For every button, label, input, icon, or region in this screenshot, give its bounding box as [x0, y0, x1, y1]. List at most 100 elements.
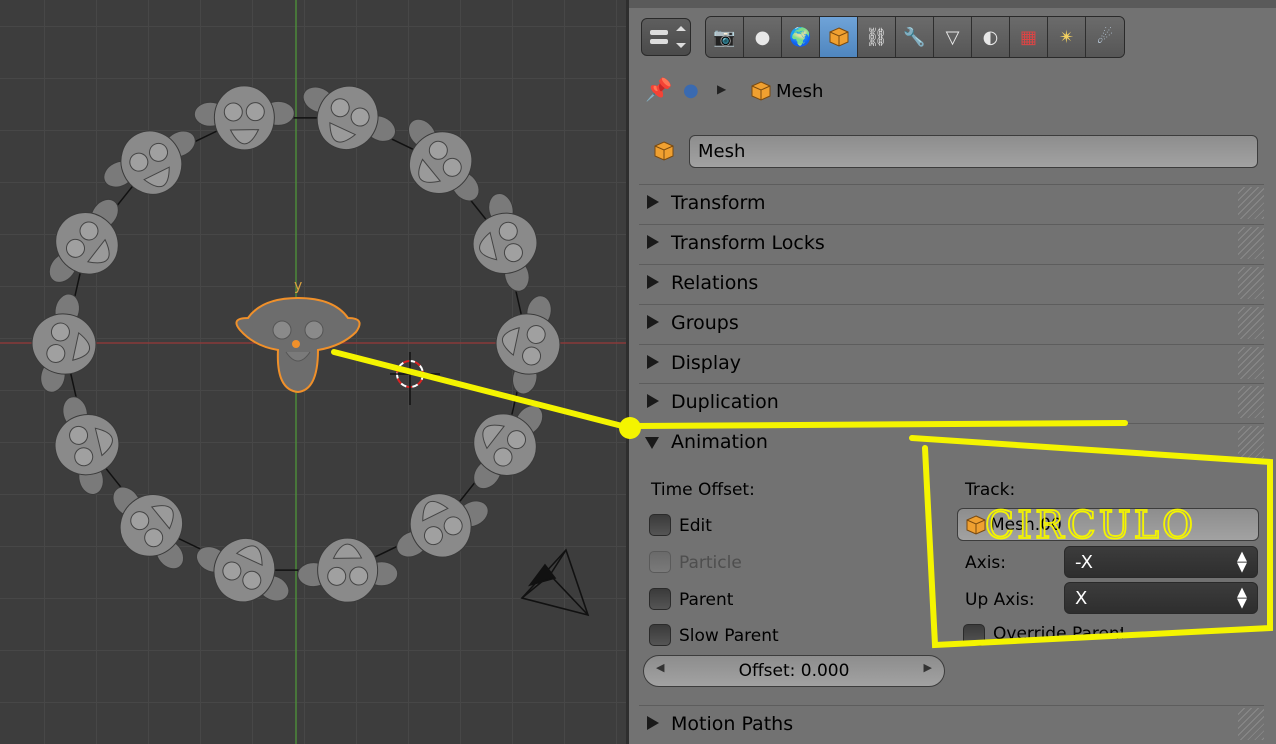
parent-label: Parent: [679, 590, 734, 610]
section-animation[interactable]: Animation: [639, 423, 1264, 461]
object-cube-icon: [829, 27, 848, 47]
properties-editor[interactable]: 📷 ● 🌍 ⛓ 🔧 ▽ ◐ ▦ ✴ ☄ 📌 ● ▶ Mesh Mesh Tran…: [626, 0, 1276, 744]
monkey-instance: [495, 295, 561, 395]
track-object-field[interactable]: Mesh.00: [957, 508, 1259, 541]
tab-object[interactable]: [820, 17, 858, 57]
expand-arrow-icon: [647, 235, 659, 249]
tab-world[interactable]: 🌍: [782, 17, 820, 57]
axis-label: Axis:: [965, 553, 1006, 573]
updown-arrow-icon: ▲ ▼: [1237, 549, 1247, 575]
object-name-field[interactable]: Mesh: [689, 135, 1258, 168]
world-icon: 🌍: [789, 26, 812, 48]
camera-icon[interactable]: [520, 548, 590, 617]
expand-arrow-icon: [647, 716, 659, 730]
pin-icon[interactable]: 📌: [645, 78, 672, 103]
edit-label: Edit: [679, 516, 712, 536]
scene-icon: ●: [683, 80, 699, 101]
tab-data[interactable]: ▽: [934, 17, 972, 57]
override-parent-label: Override Parent: [993, 624, 1123, 640]
3d-cursor-icon[interactable]: [390, 352, 440, 405]
expand-arrow-icon: [647, 315, 659, 329]
particle-label: Particle: [679, 553, 742, 573]
drag-grip-icon[interactable]: [1238, 426, 1264, 458]
editor-type-button[interactable]: [641, 18, 691, 56]
3d-viewport[interactable]: y: [0, 0, 626, 744]
camera-icon: 📷: [713, 26, 736, 48]
viewport-axis-label: y: [294, 278, 302, 294]
drag-grip-icon[interactable]: [1238, 267, 1264, 299]
section-transform-locks[interactable]: Transform Locks: [639, 224, 1264, 262]
drag-grip-icon[interactable]: [1238, 347, 1264, 379]
section-transform[interactable]: Transform: [639, 184, 1264, 222]
axis-value: -X: [1075, 552, 1093, 573]
section-motion-paths[interactable]: Motion Paths: [639, 705, 1264, 743]
monkey-instance: [54, 396, 120, 495]
scene-icon: ●: [754, 26, 771, 48]
selected-monkey: [235, 296, 361, 394]
section-groups[interactable]: Groups: [639, 304, 1264, 342]
monkey-instance: [396, 493, 489, 558]
expand-arrow-icon: [647, 394, 659, 408]
tab-texture[interactable]: ▦: [1010, 17, 1048, 57]
edit-checkbox[interactable]: [649, 514, 671, 536]
slow-parent-label: Slow Parent: [679, 626, 779, 646]
monkey-instance: [103, 130, 196, 195]
collapse-arrow-icon: [645, 437, 659, 449]
expand-arrow-icon: [647, 195, 659, 209]
offset-slider[interactable]: ◀ Offset: 0.000 ▶: [643, 655, 945, 687]
monkey-instance: [193, 85, 295, 151]
properties-tabs[interactable]: 📷 ● 🌍 ⛓ 🔧 ▽ ◐ ▦ ✴ ☄: [705, 16, 1125, 58]
drag-grip-icon[interactable]: [1238, 227, 1264, 259]
monkey-instance: [472, 193, 538, 292]
texture-icon: ▦: [1019, 26, 1037, 48]
track-value: Mesh.00: [990, 515, 1062, 535]
tab-constraints[interactable]: ⛓: [858, 17, 896, 57]
monkey-instance: [31, 293, 97, 393]
object-cube-icon: [966, 515, 986, 535]
particles-icon: ✴: [1058, 26, 1075, 48]
updown-arrow-icon: ▲ ▼: [1237, 585, 1247, 611]
monkey-instance: [112, 486, 185, 570]
drag-grip-icon[interactable]: [1238, 386, 1264, 418]
axis-dropdown[interactable]: -X ▲ ▼: [1064, 546, 1258, 578]
object-cube-icon: [654, 141, 674, 161]
increment-arrow-icon[interactable]: ▶: [924, 661, 932, 674]
material-icon: ◐: [982, 26, 999, 48]
tab-modifiers[interactable]: 🔧: [896, 17, 934, 57]
viewport-canvas[interactable]: y: [0, 0, 626, 744]
section-duplication[interactable]: Duplication: [639, 383, 1264, 421]
monkey-instance: [473, 405, 544, 490]
mesh-data-icon: ▽: [945, 26, 960, 48]
section-display[interactable]: Display: [639, 344, 1264, 382]
tab-particles[interactable]: ✴: [1048, 17, 1086, 57]
parent-checkbox[interactable]: [649, 588, 671, 610]
override-parent-checkbox[interactable]: [963, 624, 985, 646]
tab-scene[interactable]: ●: [744, 17, 782, 57]
offset-value: Offset: 0.000: [738, 661, 850, 681]
up-axis-dropdown[interactable]: X ▲ ▼: [1064, 582, 1258, 614]
expand-arrow-icon: [647, 355, 659, 369]
up-axis-value: X: [1075, 588, 1088, 609]
object-cube-icon: [751, 81, 771, 101]
object-name-value: Mesh: [698, 141, 746, 162]
drag-grip-icon[interactable]: [1238, 708, 1264, 740]
wrench-icon: 🔧: [903, 26, 926, 48]
tab-render[interactable]: 📷: [706, 17, 744, 57]
physics-icon: ☄: [1096, 26, 1114, 48]
track-label: Track:: [965, 480, 1016, 500]
drag-grip-icon[interactable]: [1238, 307, 1264, 339]
slow-parent-checkbox[interactable]: [649, 624, 671, 646]
time-offset-label: Time Offset:: [651, 480, 755, 500]
monkey-instance: [297, 537, 399, 603]
drag-grip-icon[interactable]: [1238, 187, 1264, 219]
expand-arrow-icon: [647, 275, 659, 289]
particle-checkbox[interactable]: [649, 551, 671, 573]
breadcrumb-object: Mesh: [776, 81, 824, 102]
section-relations[interactable]: Relations: [639, 264, 1264, 302]
tab-material[interactable]: ◐: [972, 17, 1010, 57]
properties-editor-icon: [650, 26, 686, 48]
monkey-instance: [407, 118, 480, 202]
monkey-instance: [48, 198, 119, 283]
breadcrumb-arrow-icon: ▶: [717, 82, 727, 96]
tab-physics[interactable]: ☄: [1086, 17, 1124, 57]
